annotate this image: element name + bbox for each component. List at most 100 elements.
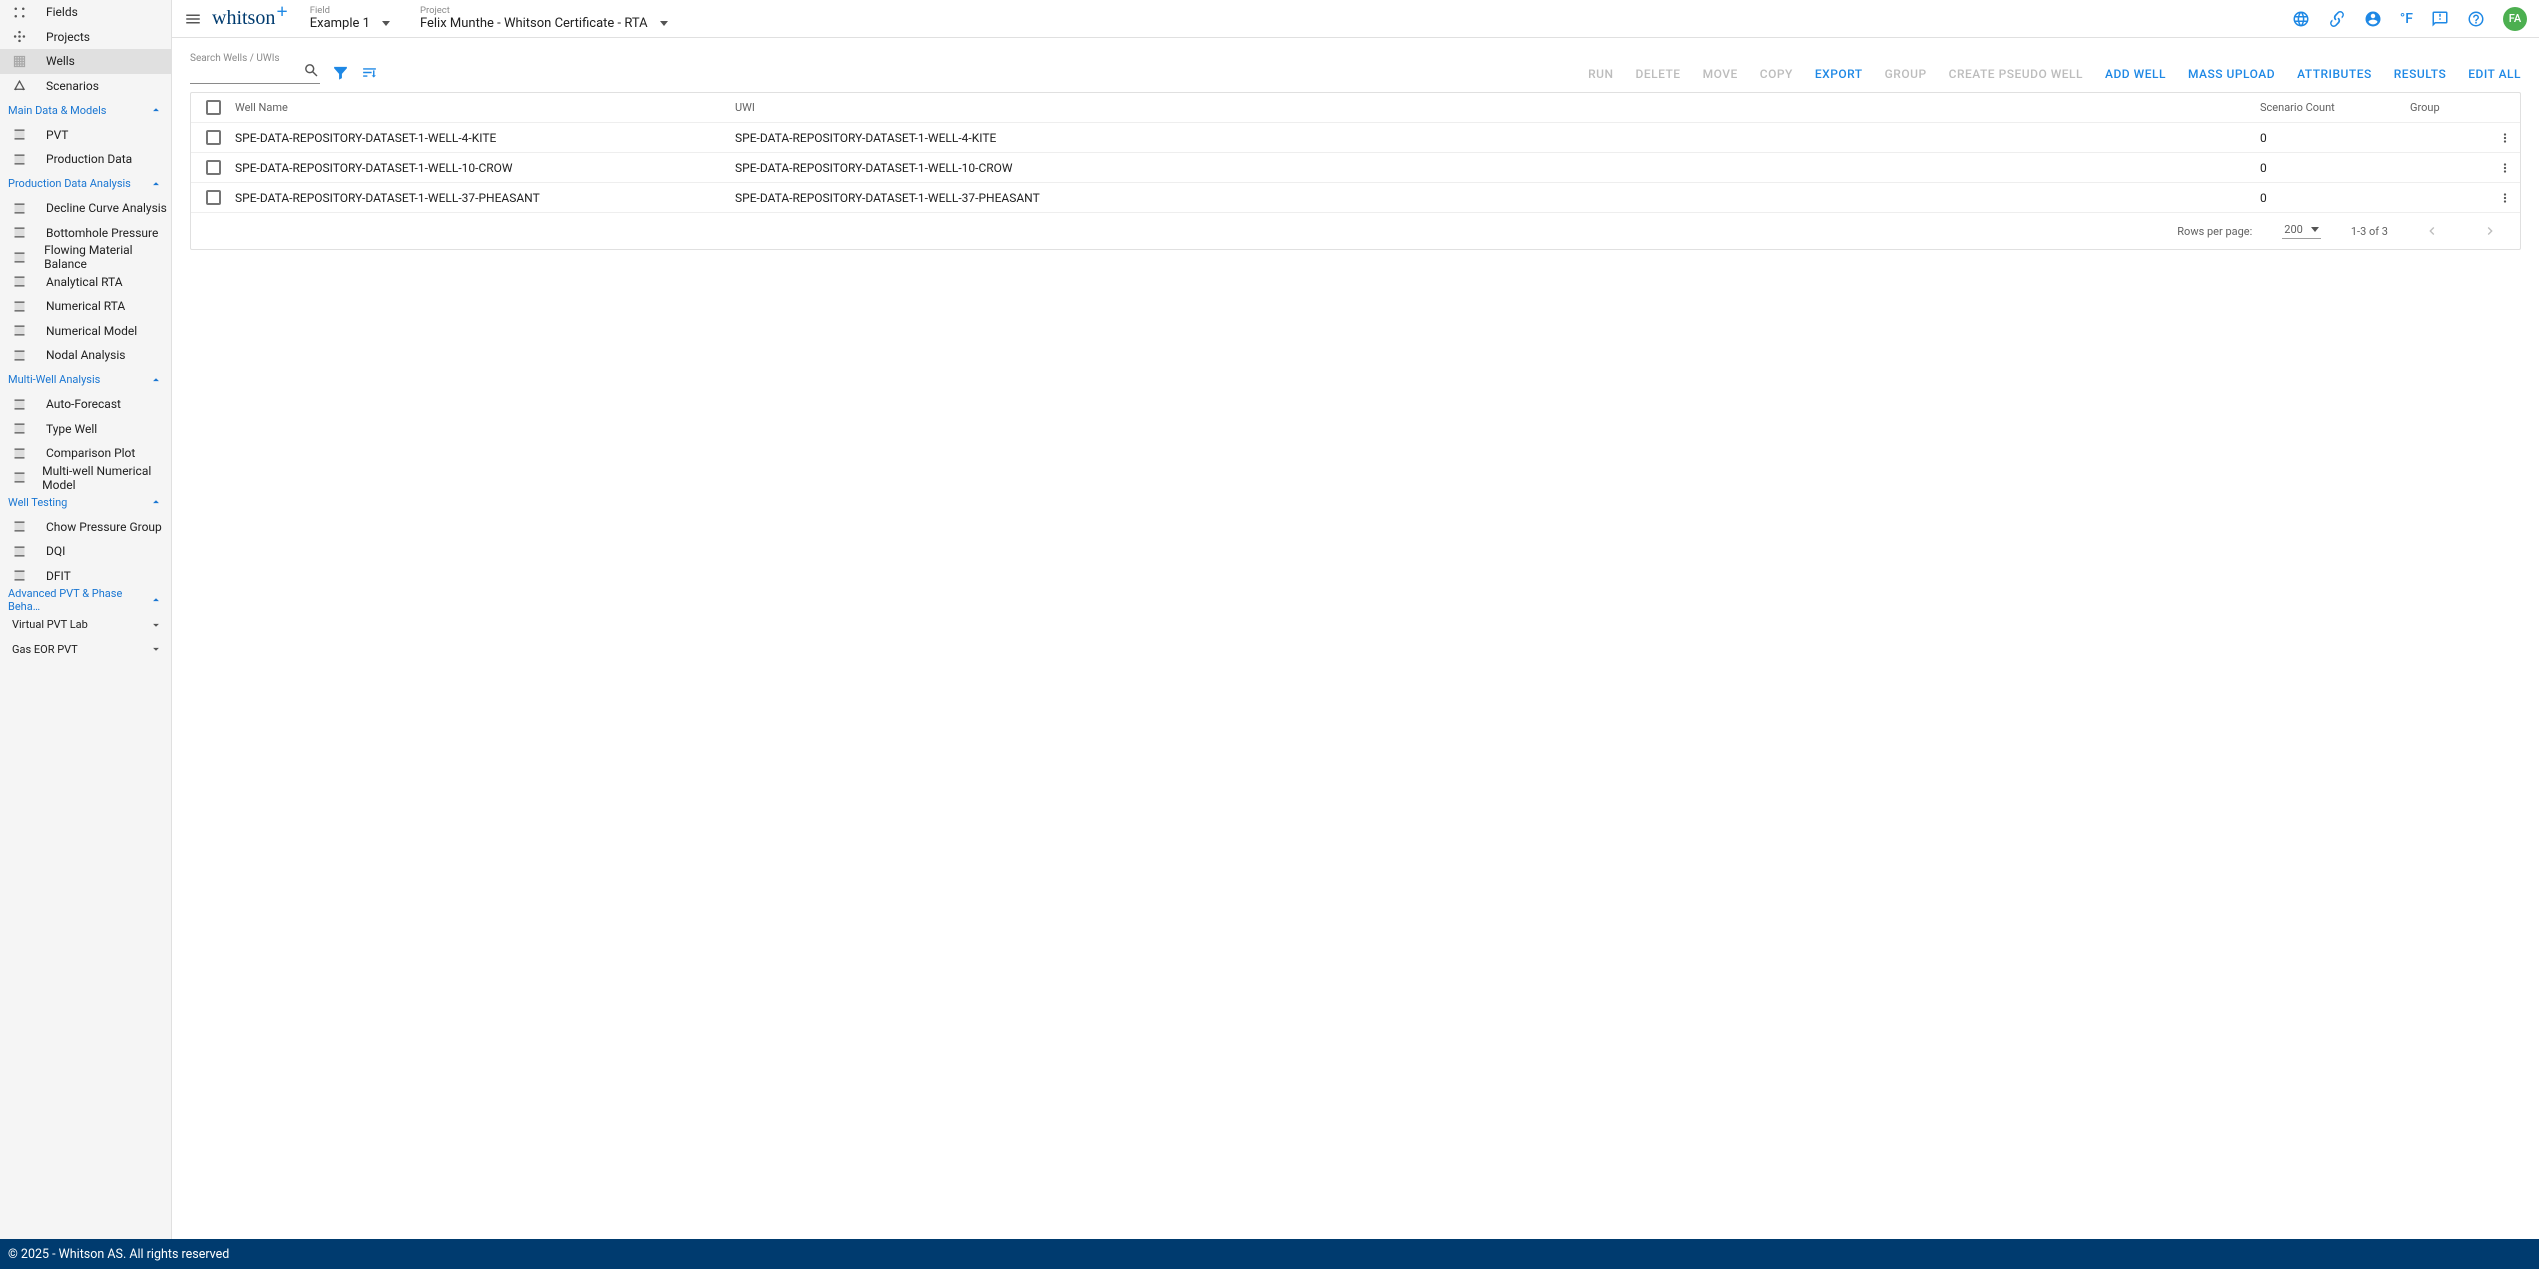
col-scenario-count[interactable]: Scenario Count (2260, 101, 2410, 114)
project-value: Felix Munthe - Whitson Certificate - RTA (420, 16, 648, 31)
search-input[interactable] (190, 64, 320, 84)
field-selector[interactable]: Field Example 1 (310, 6, 390, 31)
sidebar-item[interactable]: Analytical RTA (0, 270, 171, 295)
sidebar-group-title: Advanced PVT & Phase Beha… (8, 587, 149, 613)
sidebar-item-label: Production Data (46, 152, 132, 166)
sidebar-icon (12, 446, 46, 461)
sidebar-item[interactable]: Numerical Model (0, 319, 171, 344)
sidebar-icon (12, 421, 46, 436)
col-group[interactable]: Group (2410, 101, 2490, 114)
sidebar-item[interactable]: Numerical RTA (0, 294, 171, 319)
row-menu-icon[interactable] (2490, 161, 2520, 175)
table-row[interactable]: SPE-DATA-REPOSITORY-DATASET-1-WELL-37-PH… (191, 183, 2520, 213)
sidebar-group-header[interactable]: Well Testing (0, 490, 171, 515)
col-uwi[interactable]: UWI (735, 101, 2260, 114)
sidebar-icon (12, 54, 46, 69)
sidebar-item-label: Chow Pressure Group (46, 520, 162, 534)
pager-next-icon[interactable] (2476, 223, 2504, 239)
search-label: Search Wells / UWIs (190, 53, 320, 64)
sidebar-icon (12, 544, 46, 559)
avatar[interactable]: FA (2503, 7, 2527, 31)
add-well-button[interactable]: ADD WELL (2105, 67, 2166, 84)
sidebar-item[interactable]: Decline Curve Analysis (0, 196, 171, 221)
sidebar-item[interactable]: Production Data (0, 147, 171, 172)
sidebar-item-label: Fields (46, 5, 78, 19)
attributes-button[interactable]: ATTRIBUTES (2297, 67, 2372, 84)
globe-icon[interactable] (2292, 10, 2310, 28)
menu-toggle-icon[interactable] (184, 10, 202, 28)
row-checkbox[interactable] (206, 130, 221, 145)
field-label: Field (310, 6, 390, 16)
sidebar-item-scenarios[interactable]: Scenarios (0, 74, 171, 99)
sidebar-item[interactable]: Chow Pressure Group (0, 515, 171, 540)
sidebar-item-projects[interactable]: Projects (0, 25, 171, 50)
export-button[interactable]: EXPORT (1815, 67, 1863, 84)
cell-well-name: SPE-DATA-REPOSITORY-DATASET-1-WELL-10-CR… (235, 161, 735, 175)
sidebar-item[interactable]: DFIT (0, 564, 171, 589)
table-pager: Rows per page: 200 1-3 of 3 (191, 213, 2520, 249)
pager-prev-icon[interactable] (2418, 223, 2446, 239)
sidebar-item[interactable]: Bottomhole Pressure (0, 221, 171, 246)
sidebar-subgroup-header[interactable]: Virtual PVT Lab (0, 613, 171, 638)
col-well-name[interactable]: Well Name (235, 101, 735, 114)
sidebar-item-label: Auto-Forecast (46, 397, 121, 411)
feedback-icon[interactable] (2431, 10, 2449, 28)
move-button[interactable]: MOVE (1703, 67, 1738, 84)
copy-button[interactable]: COPY (1760, 67, 1793, 84)
group-button[interactable]: GROUP (1885, 67, 1927, 84)
sidebar-subgroup-header[interactable]: Gas EOR PVT (0, 637, 171, 662)
sidebar-item-wells[interactable]: Wells (0, 49, 171, 74)
filter-icon[interactable] (332, 64, 349, 84)
help-icon[interactable] (2467, 10, 2485, 28)
sidebar-item-label: DQI (46, 544, 65, 558)
table-row[interactable]: SPE-DATA-REPOSITORY-DATASET-1-WELL-4-KIT… (191, 123, 2520, 153)
logo-text: whitson (212, 7, 275, 30)
results-button[interactable]: RESULTS (2394, 67, 2446, 84)
sidebar-item[interactable]: DQI (0, 539, 171, 564)
delete-button[interactable]: DELETE (1635, 67, 1680, 84)
sidebar-item[interactable]: Nodal Analysis (0, 343, 171, 368)
create-pseudo-well-button[interactable]: CREATE PSEUDO WELL (1949, 67, 2083, 84)
sidebar-item[interactable]: PVT (0, 123, 171, 148)
select-all-checkbox[interactable] (206, 100, 221, 115)
sidebar-item-label: Multi-well Numerical Model (42, 464, 171, 492)
sidebar-group-title: Well Testing (8, 496, 67, 509)
rows-per-page-select[interactable]: 200 (2282, 223, 2321, 239)
sort-icon[interactable] (361, 64, 378, 84)
rows-per-page-label: Rows per page: (2177, 225, 2252, 238)
search-icon[interactable] (303, 62, 320, 79)
project-selector[interactable]: Project Felix Munthe - Whitson Certifica… (420, 6, 668, 31)
row-checkbox[interactable] (206, 190, 221, 205)
sidebar-group-header[interactable]: Production Data Analysis (0, 172, 171, 197)
cell-uwi: SPE-DATA-REPOSITORY-DATASET-1-WELL-10-CR… (735, 161, 2260, 175)
sidebar-icon (12, 470, 42, 485)
unit-toggle[interactable]: °F (2400, 11, 2413, 27)
search-block: Search Wells / UWIs (190, 53, 320, 84)
edit-all-button[interactable]: EDIT ALL (2468, 67, 2521, 84)
row-checkbox[interactable] (206, 160, 221, 175)
run-button[interactable]: RUN (1588, 67, 1613, 84)
link-icon[interactable] (2328, 10, 2346, 28)
row-menu-icon[interactable] (2490, 131, 2520, 145)
sidebar-item[interactable]: Auto-Forecast (0, 392, 171, 417)
sidebar-item[interactable]: Flowing Material Balance (0, 245, 171, 270)
sidebar-group-header[interactable]: Main Data & Models (0, 98, 171, 123)
sidebar-item[interactable]: Comparison Plot (0, 441, 171, 466)
mass-upload-button[interactable]: MASS UPLOAD (2188, 67, 2275, 84)
sidebar-item[interactable]: Multi-well Numerical Model (0, 466, 171, 491)
table-row[interactable]: SPE-DATA-REPOSITORY-DATASET-1-WELL-10-CR… (191, 153, 2520, 183)
main-area: whitson + Field Example 1 Project Felix … (172, 0, 2539, 1269)
sidebar-subgroup-title: Gas EOR PVT (12, 643, 78, 656)
sidebar-item-fields[interactable]: Fields (0, 0, 171, 25)
sidebar-icon (12, 127, 46, 142)
sidebar-item[interactable]: Type Well (0, 417, 171, 442)
chevron-down-icon (149, 642, 163, 656)
row-menu-icon[interactable] (2490, 191, 2520, 205)
account-icon[interactable] (2364, 10, 2382, 28)
project-label: Project (420, 6, 668, 16)
sidebar-group-header[interactable]: Advanced PVT & Phase Beha… (0, 588, 171, 613)
logo[interactable]: whitson + (212, 7, 288, 30)
sidebar-icon (12, 250, 44, 265)
sidebar-item-label: Numerical RTA (46, 299, 125, 313)
sidebar-group-header[interactable]: Multi-Well Analysis (0, 368, 171, 393)
